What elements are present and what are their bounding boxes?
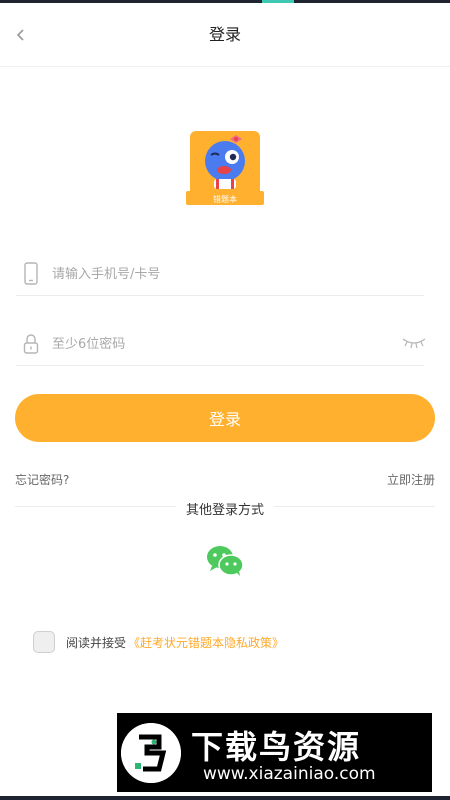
watermark-url: www.xiazainiao.com: [203, 764, 376, 784]
lock-icon: [23, 334, 39, 354]
chevron-left-icon: [16, 29, 24, 41]
agreement-text: 阅读并接受: [66, 635, 127, 650]
bird-logo-icon: [121, 723, 181, 783]
other-login-label: 其他登录方式: [175, 503, 274, 518]
page-title: 登录: [208, 25, 241, 44]
login-button[interactable]: 登录: [15, 394, 435, 442]
phone-input[interactable]: [52, 258, 392, 290]
password-input[interactable]: [52, 328, 392, 360]
login-page: 登录 错题本 请输入手机号/卡号 登录 忘记密码? 立即注册 其他登录方式 阅读…: [0, 0, 450, 800]
forgot-password-link[interactable]: 忘记密码?: [15, 471, 69, 488]
phone-field: [16, 252, 424, 296]
privacy-policy-link[interactable]: 《赶考状元错题本隐私政策》: [128, 634, 284, 651]
back-button[interactable]: [10, 23, 32, 47]
logo-caption: 错题本: [213, 194, 237, 204]
wechat-icon[interactable]: [206, 545, 244, 577]
watermark-banner: 下载鸟资源 www.xiazainiao.com: [117, 713, 432, 792]
bottom-strip: [0, 796, 450, 800]
watermark-title: 下载鸟资源: [191, 728, 362, 766]
phone-icon: [24, 262, 38, 285]
header: 登录: [0, 3, 450, 67]
eye-closed-icon[interactable]: [402, 336, 426, 350]
agreement-checkbox[interactable]: [33, 631, 55, 653]
app-logo: 错题本: [186, 131, 264, 205]
agreement-row: 阅读并接受 《赶考状元错题本隐私政策》: [33, 630, 284, 654]
other-login-heading: 其他登录方式: [0, 499, 450, 518]
register-link[interactable]: 立即注册: [387, 471, 435, 488]
password-field: [16, 322, 426, 366]
